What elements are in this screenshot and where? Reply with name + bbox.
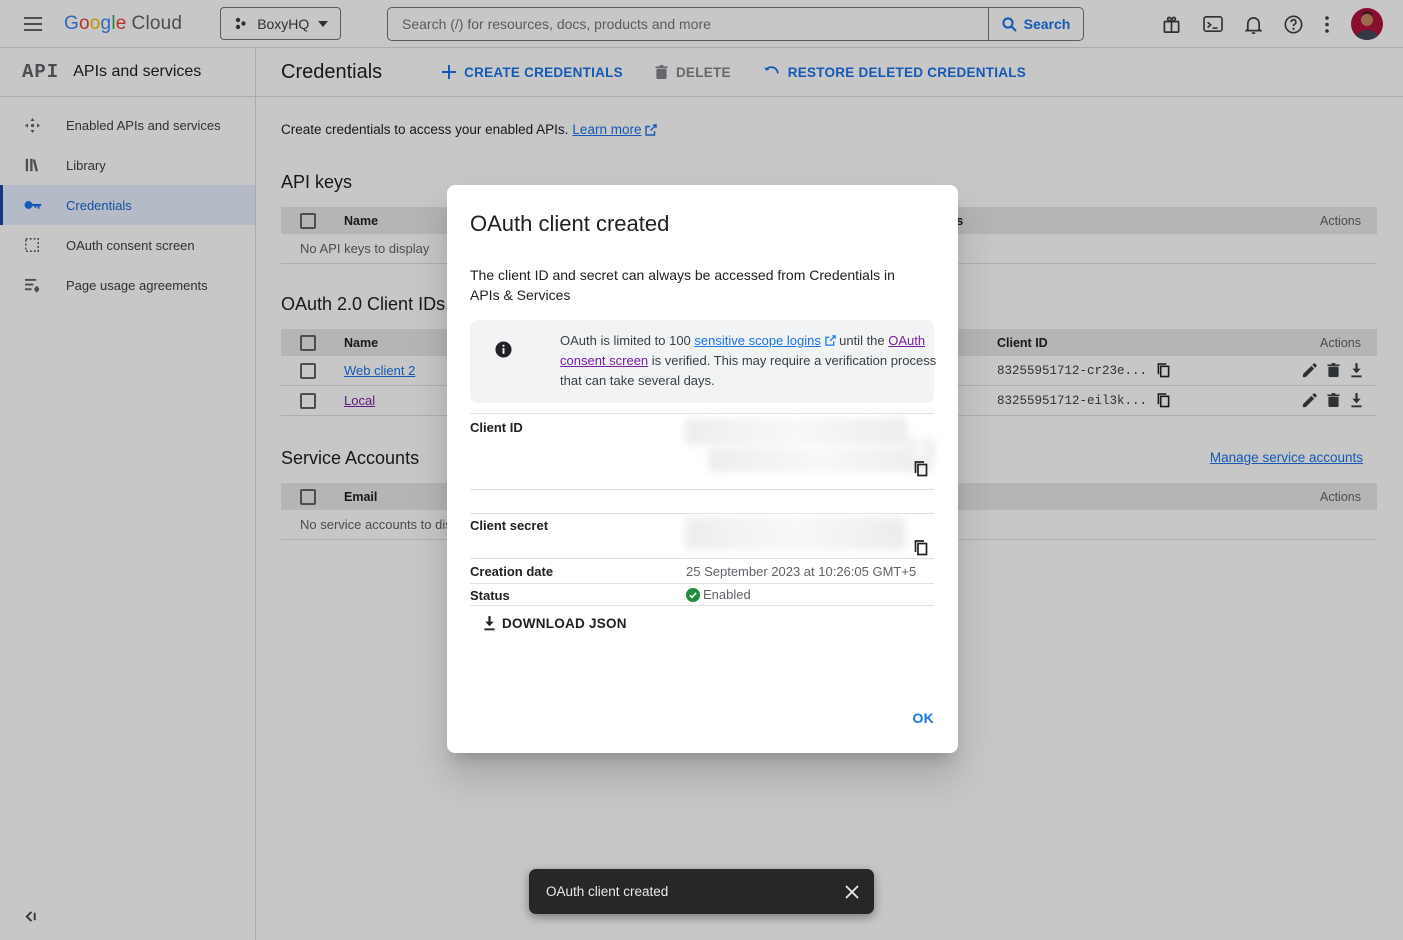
check-circle-icon	[686, 588, 700, 602]
ok-button[interactable]: OK	[913, 710, 935, 726]
external-link-icon	[825, 335, 836, 346]
creation-date-value: 25 September 2023 at 10:26:05 GMT+5	[686, 564, 916, 579]
divider	[470, 489, 934, 490]
info-icon	[495, 341, 512, 358]
download-icon	[483, 616, 496, 631]
redacted-client-id	[685, 418, 907, 445]
copy-client-secret-icon[interactable]	[914, 540, 928, 556]
toast-notification: OAuth client created	[529, 869, 874, 914]
divider	[470, 605, 934, 606]
status-label: Status	[470, 588, 510, 603]
oauth-client-created-dialog: OAuth client created The client ID and s…	[447, 185, 958, 753]
client-secret-label: Client secret	[470, 518, 548, 533]
redacted-client-id	[905, 437, 935, 458]
info-banner: OAuth is limited to 100 sensitive scope …	[470, 320, 934, 403]
toast-message: OAuth client created	[546, 884, 845, 899]
download-json-label: DOWNLOAD JSON	[502, 616, 627, 631]
status-value: Enabled	[703, 587, 751, 602]
sensitive-scope-logins-link[interactable]: sensitive scope logins	[694, 333, 820, 348]
redacted-client-id	[708, 447, 932, 472]
divider	[470, 413, 934, 414]
divider	[470, 583, 934, 584]
client-id-label: Client ID	[470, 420, 523, 435]
info-text: until the	[836, 333, 889, 348]
close-icon[interactable]	[845, 885, 859, 899]
dialog-subtitle: The client ID and secret can always be a…	[470, 265, 920, 305]
creation-date-label: Creation date	[470, 564, 553, 579]
dialog-title: OAuth client created	[470, 211, 669, 237]
divider	[470, 558, 934, 559]
copy-client-id-icon[interactable]	[914, 461, 928, 477]
download-json-button[interactable]: DOWNLOAD JSON	[483, 616, 627, 631]
divider	[470, 513, 934, 514]
redacted-client-secret	[685, 517, 905, 550]
info-text: OAuth is limited to 100	[560, 333, 694, 348]
